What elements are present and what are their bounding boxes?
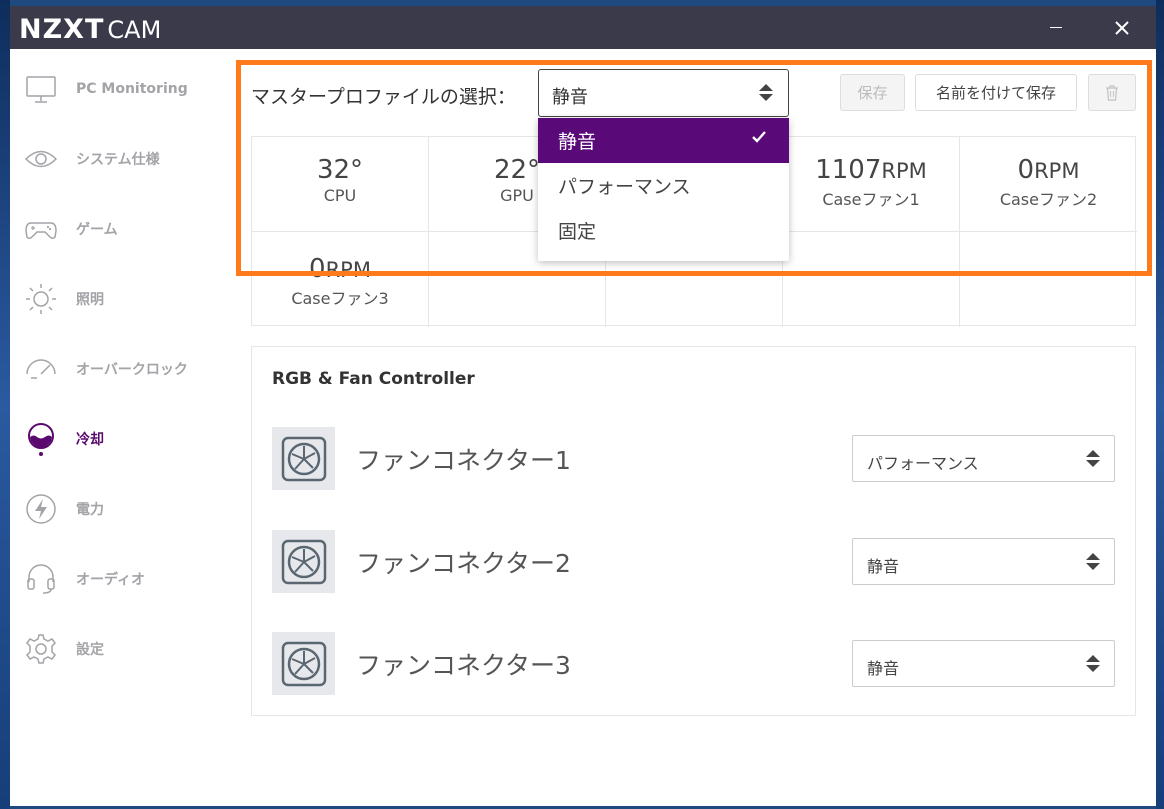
stat-value: 1107 <box>815 155 882 185</box>
close-icon <box>1115 20 1129 35</box>
close-button[interactable] <box>1098 6 1146 49</box>
sidebar-item-lighting[interactable]: 照明 <box>10 277 232 321</box>
dropdown-option-label: 静音 <box>558 131 597 153</box>
save-as-button[interactable]: 名前を付けて保存 <box>915 74 1077 111</box>
stat-cell-case-fan-3: 0RPM Caseファン3 <box>252 232 429 327</box>
updown-arrows-icon <box>1086 553 1100 570</box>
master-profile-label: マスタープロファイルの選択： <box>251 86 516 108</box>
minimize-icon <box>1050 27 1062 28</box>
stat-cell-empty <box>783 232 960 327</box>
dropdown-option-silent[interactable]: 静音 <box>538 118 789 163</box>
sidebar-item-label: システム仕様 <box>76 152 160 168</box>
sidebar-item-pc-monitoring[interactable]: PC Monitoring <box>10 67 232 111</box>
stat-unit: RPM <box>1034 159 1080 183</box>
stat-cell-case-fan-2: 0RPM Caseファン2 <box>960 137 1137 232</box>
eye-icon <box>24 142 58 176</box>
lightning-icon <box>24 492 58 526</box>
sidebar-item-label: オーバークロック <box>76 362 188 378</box>
stat-cell-case-fan-1: 1107RPM Caseファン1 <box>783 137 960 232</box>
panel-title: RGB & Fan Controller <box>272 369 475 389</box>
stat-unit: RPM <box>881 159 927 183</box>
fan-icon <box>272 632 335 695</box>
sidebar-item-cooling[interactable]: 冷却 <box>10 417 232 461</box>
dropdown-option-label: 固定 <box>558 221 597 243</box>
fan-mode-value: 静音 <box>867 659 900 678</box>
desktop-background-right <box>1156 0 1164 809</box>
trash-icon <box>1106 84 1118 101</box>
logo-bold-text: NZXT <box>19 14 105 45</box>
stat-name: Caseファン3 <box>291 289 389 308</box>
app-logo: NZXT CAM <box>19 14 161 45</box>
gauge-icon <box>24 352 58 386</box>
gear-icon <box>24 632 58 666</box>
fan-mode-select[interactable]: 静音 <box>852 538 1115 585</box>
stat-value: 0 <box>1017 155 1035 185</box>
updown-arrows-icon <box>1086 450 1100 467</box>
app-window: NZXT CAM PC Monitoring システム仕様 ゲーム 照明 オーバ… <box>10 6 1156 806</box>
desktop-background-left <box>0 0 10 809</box>
stat-name: Caseファン1 <box>822 190 920 209</box>
sidebar-item-label: オーディオ <box>76 572 146 588</box>
profile-dropdown-menu: 静音 パフォーマンス 固定 <box>538 118 789 261</box>
sidebar-item-label: ゲーム <box>76 222 118 238</box>
fan-row: ファンコネクター2 静音 <box>252 530 1137 594</box>
fan-row: ファンコネクター3 静音 <box>252 632 1137 696</box>
sidebar-item-system-spec[interactable]: システム仕様 <box>10 137 232 181</box>
logo-light-text: CAM <box>107 16 162 44</box>
dropdown-option-performance[interactable]: パフォーマンス <box>538 163 789 208</box>
stat-name: CPU <box>323 186 357 205</box>
stat-cell-cpu: 32° CPU <box>252 137 429 232</box>
sidebar-item-settings[interactable]: 設定 <box>10 627 232 671</box>
dropdown-option-label: パフォーマンス <box>558 176 691 198</box>
fan-connector-label: ファンコネクター2 <box>356 549 571 578</box>
stat-name: Caseファン2 <box>999 190 1098 209</box>
sidebar-item-power[interactable]: 電力 <box>10 487 232 531</box>
master-profile-selected-value: 静音 <box>552 87 588 108</box>
sidebar-item-label: PC Monitoring <box>76 81 188 97</box>
check-icon <box>752 131 766 143</box>
cooling-icon <box>24 422 58 456</box>
sidebar-item-label: 設定 <box>76 642 104 658</box>
fan-mode-value: パフォーマンス <box>867 454 979 473</box>
monitor-icon <box>24 72 58 106</box>
sun-icon <box>24 282 58 316</box>
fan-icon <box>272 530 335 593</box>
stat-value: 32° <box>316 155 364 185</box>
fan-controller-panel: RGB & Fan Controller ファンコネクター1 パフォーマンス フ… <box>251 346 1136 716</box>
minimize-button[interactable] <box>1032 6 1080 49</box>
delete-button[interactable] <box>1088 74 1136 111</box>
fan-mode-select[interactable]: 静音 <box>852 640 1115 687</box>
headset-icon <box>24 562 58 596</box>
fan-connector-label: ファンコネクター1 <box>356 446 571 475</box>
sidebar-item-game[interactable]: ゲーム <box>10 207 232 251</box>
fan-icon <box>272 427 335 490</box>
stat-cell-empty <box>960 232 1137 327</box>
sidebar-item-overclock[interactable]: オーバークロック <box>10 347 232 391</box>
gamepad-icon <box>24 212 58 246</box>
updown-arrows-icon <box>1086 655 1100 672</box>
sidebar-item-label: 電力 <box>76 502 104 518</box>
dropdown-option-fixed[interactable]: 固定 <box>538 208 789 253</box>
sidebar: PC Monitoring システム仕様 ゲーム 照明 オーバークロック 冷却 … <box>10 49 232 806</box>
sidebar-item-label: 冷却 <box>76 432 104 448</box>
updown-arrows-icon <box>759 84 773 101</box>
master-profile-select[interactable]: 静音 <box>538 69 789 117</box>
fan-mode-select[interactable]: パフォーマンス <box>852 435 1115 482</box>
title-bar: NZXT CAM <box>10 6 1156 49</box>
stat-value: 22° <box>493 155 541 185</box>
fan-mode-value: 静音 <box>867 557 900 576</box>
save-button[interactable]: 保存 <box>840 74 905 111</box>
fan-row: ファンコネクター1 パフォーマンス <box>252 427 1137 491</box>
stat-unit: RPM <box>325 258 371 282</box>
sidebar-item-label: 照明 <box>76 292 104 308</box>
stat-value: 0 <box>309 254 326 284</box>
fan-connector-label: ファンコネクター3 <box>356 651 571 680</box>
sidebar-item-audio[interactable]: オーディオ <box>10 557 232 601</box>
